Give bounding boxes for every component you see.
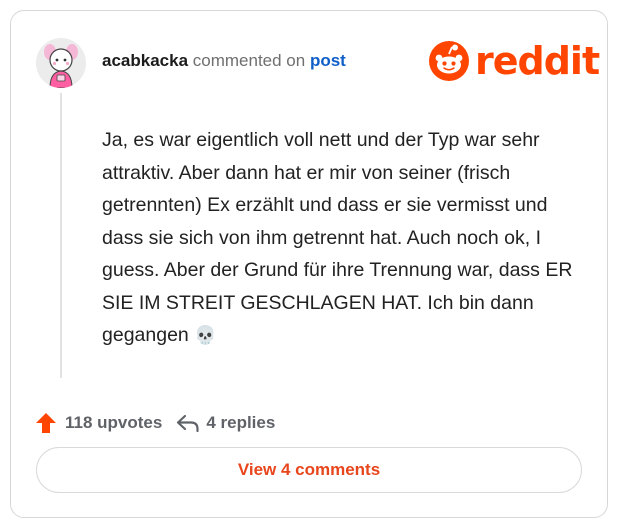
avatar[interactable]: [36, 38, 86, 88]
comment-card: acabkacka commented on post reddit Ja, e…: [10, 10, 608, 518]
username[interactable]: acabkacka: [102, 51, 188, 70]
thread-line: [60, 93, 62, 378]
avatar-illustration: [36, 38, 86, 88]
post-link[interactable]: post: [310, 51, 346, 70]
comment-text: Ja, es war eigentlich voll nett und der …: [102, 129, 573, 346]
reply-count[interactable]: 4 replies: [206, 413, 275, 433]
view-comments-button[interactable]: View 4 comments: [36, 447, 582, 493]
skull-emoji: 💀: [194, 325, 217, 346]
reddit-logo[interactable]: reddit: [429, 39, 600, 83]
reply-arrow-icon[interactable]: [176, 413, 200, 433]
comment-meta: acabkacka commented on post: [102, 51, 346, 71]
upvote-count: 118 upvotes: [65, 413, 163, 432]
upvote-arrow-icon[interactable]: [35, 412, 57, 434]
comment-stats: 118 upvotes 4 replies: [35, 411, 275, 435]
reddit-wordmark: reddit: [475, 39, 600, 83]
action-text: commented on: [192, 51, 306, 70]
view-comments-label: View 4 comments: [237, 460, 381, 479]
comment-body: Ja, es war eigentlich voll nett und der …: [102, 124, 582, 353]
reddit-snoo-icon: [429, 41, 469, 81]
